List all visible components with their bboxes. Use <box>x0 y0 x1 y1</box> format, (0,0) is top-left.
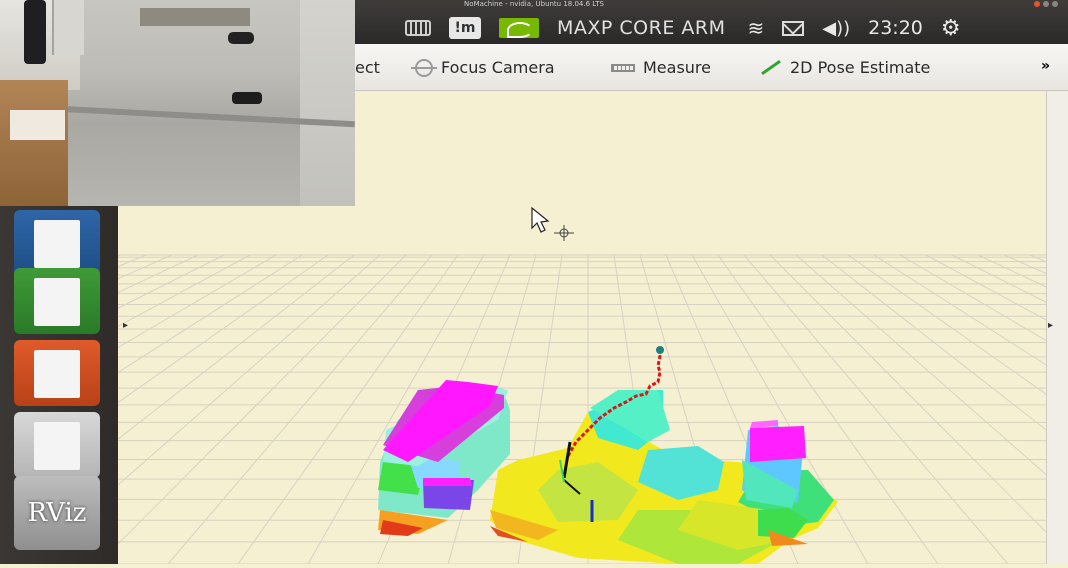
expand-right-panel-arrow[interactable]: ▸ <box>1048 320 1053 331</box>
measure-icon <box>611 63 635 72</box>
system-menu[interactable]: ⚙ <box>941 16 961 41</box>
focus-camera-icon <box>411 58 437 77</box>
select-tool-button[interactable]: ect <box>355 58 380 77</box>
libreoffice-impress-launcher[interactable] <box>14 340 100 406</box>
camera-feed <box>0 0 355 206</box>
nvidia-icon <box>499 18 539 38</box>
select-tool-label: ect <box>355 58 380 77</box>
camera-person <box>24 0 46 64</box>
calc-spreadsheet-icon <box>34 278 80 326</box>
maximize-window-button[interactable] <box>1052 1 1058 7</box>
keyboard-indicator[interactable] <box>405 20 431 36</box>
camera-paper <box>10 110 65 140</box>
gear-icon: ⚙ <box>940 15 961 41</box>
focus-camera-button[interactable]: Focus Camera <box>411 58 555 77</box>
device-name: MAXP CORE ARM <box>557 17 726 39</box>
nomachine-indicator[interactable]: !m <box>449 17 481 39</box>
camera-door <box>52 0 84 55</box>
focus-camera-label: Focus Camera <box>441 58 555 77</box>
close-window-button[interactable] <box>1034 1 1040 7</box>
volume-icon: ◀)) <box>822 17 851 39</box>
camera-cardboard-box <box>0 80 68 206</box>
sound-indicator[interactable]: ◀)) <box>822 18 850 39</box>
clock[interactable]: 23:20 <box>868 17 923 39</box>
toolbar-overflow-button[interactable]: » <box>1041 58 1050 74</box>
expand-left-panel-arrow[interactable]: ▸ <box>123 320 128 331</box>
pose-estimate-icon <box>761 59 781 76</box>
goal-marker <box>656 346 664 354</box>
pose-estimate-label: 2D Pose Estimate <box>790 58 931 77</box>
wifi-icon: ≋ <box>747 16 765 40</box>
mail-indicator[interactable] <box>782 20 805 36</box>
camera-drone-flying <box>228 32 254 44</box>
minimize-window-button[interactable] <box>1043 1 1049 7</box>
camera-robot-ground <box>232 92 262 104</box>
network-indicator[interactable]: ≋ <box>747 16 764 40</box>
nvidia-indicator[interactable] <box>499 18 539 38</box>
measure-label: Measure <box>643 58 711 77</box>
libreoffice-writer-launcher[interactable] <box>14 210 100 276</box>
launcher: RViz <box>0 206 118 564</box>
camera-desk <box>140 8 250 26</box>
keyboard-icon <box>405 20 431 36</box>
rviz-icon-label: RViz <box>27 498 87 528</box>
rviz-launcher[interactable]: RViz <box>14 476 100 550</box>
indicator-area: !m MAXP CORE ARM ≋ ◀)) 23:20 ⚙ <box>405 12 979 44</box>
impress-presentation-icon <box>34 350 80 398</box>
rviz-toolbar: ect Focus Camera Measure 2D Pose Estimat… <box>355 44 1068 91</box>
camera-wall-right <box>300 0 355 206</box>
software-box-icon <box>34 422 80 470</box>
writer-document-icon <box>34 220 80 268</box>
mail-icon <box>782 20 805 36</box>
measure-button[interactable]: Measure <box>611 58 711 77</box>
libreoffice-calc-launcher[interactable] <box>14 268 100 334</box>
2d-pose-estimate-button[interactable]: 2D Pose Estimate <box>760 58 930 77</box>
software-launcher[interactable] <box>14 412 100 478</box>
nomachine-icon: !m <box>449 17 481 39</box>
window-controls <box>1034 1 1058 7</box>
